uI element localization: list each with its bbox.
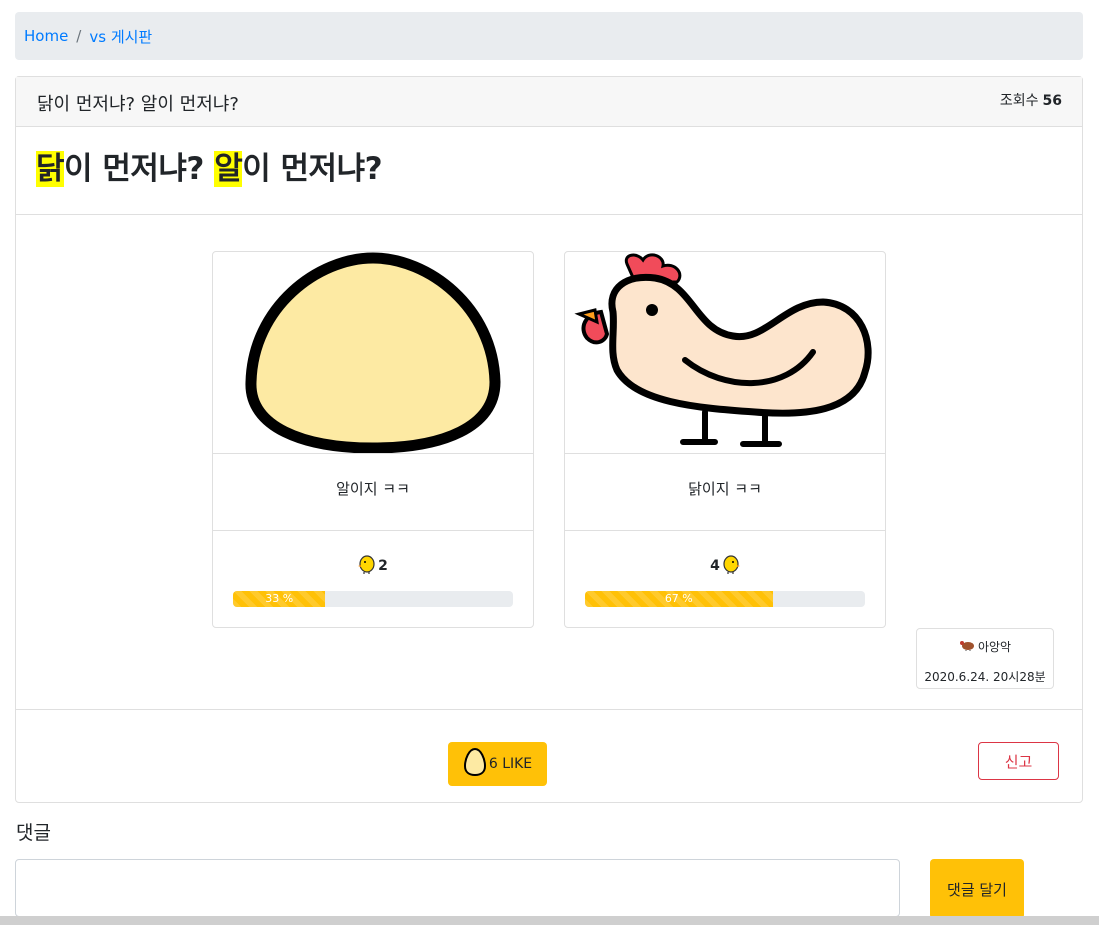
chick-icon [358,554,376,578]
chick-icon [722,554,740,578]
view-count: 조회수 56 [1000,90,1062,110]
vote-count-value: 2 [378,558,388,574]
page-title: 닭이 먼저냐? 알이 먼저냐? [36,143,383,188]
author-name: 아앙악 [977,640,1012,654]
title-highlight-chicken: 닭 [36,151,65,187]
egg-icon [463,747,487,781]
vote-count-value: 4 [710,558,720,574]
comment-input[interactable] [15,859,900,917]
turkey-icon [959,639,975,654]
title-highlight-egg: 알 [214,151,243,187]
vote-count: 2 [213,554,533,578]
option-label: 알이지 ㅋㅋ [336,480,410,498]
vote-option-chicken[interactable]: 닭이지 ㅋㅋ 4 67 % [564,251,886,628]
post-date: 2020.6.24. 20시28분 [924,670,1046,684]
vote-option-egg[interactable]: 알이지 ㅋㅋ 2 33 % [212,251,534,628]
progress-fill: 67 % [585,591,773,607]
title-text-1: 이 먼저냐? [64,151,215,187]
author-info: 아앙악 2020.6.24. 20시28분 [916,628,1054,689]
progress-bar: 67 % [585,591,865,607]
vote-count: 4 [565,554,885,578]
report-button[interactable]: 신고 [978,742,1059,780]
egg-image[interactable] [213,252,533,453]
option-label: 닭이지 ㅋㅋ [688,480,762,498]
post-card: 닭이 먼저냐? 알이 먼저냐? 조회수 56 닭이 먼저냐? 알이 먼저냐? 알이… [15,76,1083,803]
breadcrumb-home-link[interactable]: Home [24,27,68,45]
divider [16,709,1082,710]
breadcrumb-board-link[interactable]: vs 게시판 [89,26,152,47]
post-header: 닭이 먼저냐? 알이 먼저냐? 조회수 56 [16,77,1082,127]
like-label: 6 LIKE [488,756,533,772]
post-header-title: 닭이 먼저냐? 알이 먼저냐? [37,94,239,115]
view-count-value: 56 [1042,93,1062,109]
chicken-image[interactable] [565,252,885,453]
progress-bar: 33 % [233,591,513,607]
comments-heading: 댓글 [16,822,51,844]
breadcrumb: Home / vs 게시판 [15,12,1083,60]
like-button[interactable]: 6 LIKE [448,742,547,786]
author-name-row: 아앙악 [917,638,1053,655]
breadcrumb-separator: / [76,27,82,45]
comment-submit-button[interactable]: 댓글 달기 [930,859,1024,919]
divider [16,214,1082,215]
title-text-2: 이 먼저냐? [242,151,383,187]
horizontal-scrollbar[interactable] [0,916,1099,925]
view-count-label: 조회수 [999,93,1039,109]
progress-fill: 33 % [233,591,326,607]
